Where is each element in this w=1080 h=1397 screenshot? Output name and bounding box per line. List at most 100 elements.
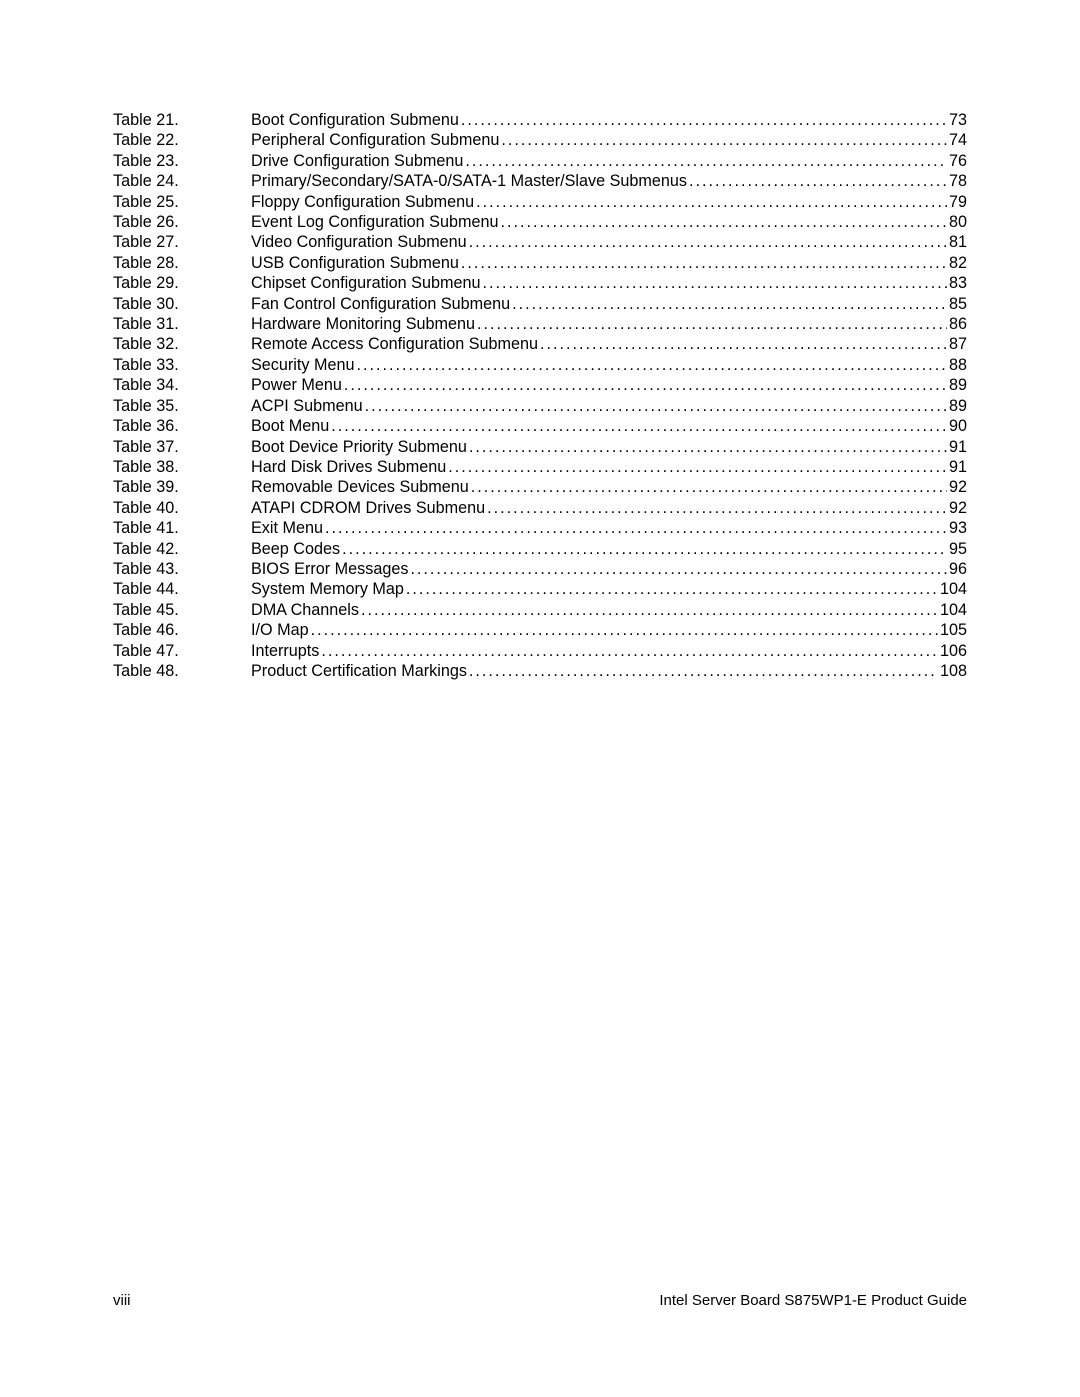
- toc-row: Table 27.Video Configuration Submenu81: [113, 232, 967, 252]
- toc-page: 81: [947, 232, 967, 252]
- toc-title: Security Menu: [251, 355, 354, 375]
- toc-row: Table 25.Floppy Configuration Submenu 79: [113, 192, 967, 212]
- toc-row: Table 43.BIOS Error Messages96: [113, 559, 967, 579]
- toc-row: Table 38.Hard Disk Drives Submenu 91: [113, 457, 967, 477]
- toc-label: Table 26.: [113, 212, 251, 232]
- toc-label: Table 48.: [113, 661, 251, 681]
- toc-row: Table 35.ACPI Submenu89: [113, 396, 967, 416]
- toc-label: Table 43.: [113, 559, 251, 579]
- toc-label: Table 39.: [113, 477, 251, 497]
- toc-leader: [340, 539, 947, 559]
- toc-row: Table 44.System Memory Map104: [113, 579, 967, 599]
- toc-label: Table 38.: [113, 457, 251, 477]
- toc-leader: [309, 620, 938, 640]
- toc-row: Table 37.Boot Device Priority Submenu91: [113, 437, 967, 457]
- toc-page: 82: [947, 253, 967, 273]
- toc-row: Table 46.I/O Map105: [113, 620, 967, 640]
- toc-leader: [485, 498, 947, 518]
- toc-row: Table 47.Interrupts 106: [113, 641, 967, 661]
- toc-page: 79: [947, 192, 967, 212]
- toc-title: Primary/Secondary/SATA-0/SATA-1 Master/S…: [251, 171, 687, 191]
- toc-leader: [319, 641, 938, 661]
- toc-row: Table 21.Boot Configuration Submenu 73: [113, 110, 967, 130]
- toc-page: 91: [947, 457, 967, 477]
- toc-row: Table 23.Drive Configuration Submenu 76: [113, 151, 967, 171]
- toc-label: Table 21.: [113, 110, 251, 130]
- toc-row: Table 34.Power Menu 89: [113, 375, 967, 395]
- toc-leader: [323, 518, 947, 538]
- toc-page: 104: [938, 600, 967, 620]
- toc-label: Table 28.: [113, 253, 251, 273]
- toc-leader: [467, 661, 938, 681]
- toc-row: Table 32.Remote Access Configuration Sub…: [113, 334, 967, 354]
- toc-page: 105: [938, 620, 967, 640]
- toc-row: Table 40.ATAPI CDROM Drives Submenu 92: [113, 498, 967, 518]
- toc-label: Table 33.: [113, 355, 251, 375]
- toc-leader: [510, 294, 947, 314]
- toc-label: Table 46.: [113, 620, 251, 640]
- toc-leader: [467, 232, 947, 252]
- toc-title: USB Configuration Submenu: [251, 253, 459, 273]
- toc-title: Exit Menu: [251, 518, 323, 538]
- toc-page: 108: [938, 661, 967, 681]
- toc-label: Table 37.: [113, 437, 251, 457]
- toc-row: Table 26.Event Log Configuration Submenu…: [113, 212, 967, 232]
- toc-label: Table 25.: [113, 192, 251, 212]
- document-title: Intel Server Board S875WP1-E Product Gui…: [659, 1292, 967, 1309]
- toc-page: 91: [947, 437, 967, 457]
- toc-title: Floppy Configuration Submenu: [251, 192, 474, 212]
- toc-label: Table 36.: [113, 416, 251, 436]
- toc-title: ATAPI CDROM Drives Submenu: [251, 498, 485, 518]
- toc-label: Table 44.: [113, 579, 251, 599]
- toc-row: Table 22.Peripheral Configuration Submen…: [113, 130, 967, 150]
- page-footer: viii Intel Server Board S875WP1-E Produc…: [113, 1292, 967, 1309]
- toc-leader: [467, 437, 947, 457]
- toc-title: System Memory Map: [251, 579, 404, 599]
- toc-label: Table 31.: [113, 314, 251, 334]
- toc-title: Event Log Configuration Submenu: [251, 212, 498, 232]
- toc-page: 83: [947, 273, 967, 293]
- toc-title: Fan Control Configuration Submenu: [251, 294, 510, 314]
- toc-row: Table 48.Product Certification Markings1…: [113, 661, 967, 681]
- toc-label: Table 45.: [113, 600, 251, 620]
- toc-leader: [499, 130, 947, 150]
- toc-row: Table 31.Hardware Monitoring Submenu86: [113, 314, 967, 334]
- toc-title: BIOS Error Messages: [251, 559, 408, 579]
- toc-label: Table 27.: [113, 232, 251, 252]
- toc-leader: [459, 110, 947, 130]
- toc-label: Table 41.: [113, 518, 251, 538]
- toc-leader: [463, 151, 947, 171]
- toc-leader: [480, 273, 947, 293]
- toc-leader: [363, 396, 947, 416]
- toc-title: Chipset Configuration Submenu: [251, 273, 480, 293]
- toc-title: Boot Menu: [251, 416, 329, 436]
- toc-title: Hardware Monitoring Submenu: [251, 314, 475, 334]
- toc-title: Peripheral Configuration Submenu: [251, 130, 499, 150]
- toc-page: 92: [947, 498, 967, 518]
- toc-row: Table 42.Beep Codes95: [113, 539, 967, 559]
- toc-row: Table 24.Primary/Secondary/SATA-0/SATA-1…: [113, 171, 967, 191]
- toc-page: 74: [947, 130, 967, 150]
- toc-leader: [446, 457, 947, 477]
- toc-title: Removable Devices Submenu: [251, 477, 469, 497]
- toc-row: Table 45.DMA Channels 104: [113, 600, 967, 620]
- toc-page: 80: [947, 212, 967, 232]
- toc-label: Table 47.: [113, 641, 251, 661]
- toc-leader: [359, 600, 938, 620]
- toc-title: Hard Disk Drives Submenu: [251, 457, 446, 477]
- toc-leader: [404, 579, 938, 599]
- toc-row: Table 39.Removable Devices Submenu 92: [113, 477, 967, 497]
- toc-page: 78: [947, 171, 967, 191]
- toc-row: Table 28.USB Configuration Submenu 82: [113, 253, 967, 273]
- toc-label: Table 29.: [113, 273, 251, 293]
- toc-list: Table 21.Boot Configuration Submenu 73Ta…: [113, 110, 967, 681]
- toc-title: Remote Access Configuration Submenu: [251, 334, 538, 354]
- page: Table 21.Boot Configuration Submenu 73Ta…: [0, 0, 1080, 1397]
- toc-label: Table 34.: [113, 375, 251, 395]
- toc-title: ACPI Submenu: [251, 396, 363, 416]
- toc-row: Table 36.Boot Menu 90: [113, 416, 967, 436]
- page-number: viii: [113, 1292, 131, 1309]
- toc-leader: [498, 212, 947, 232]
- toc-title: DMA Channels: [251, 600, 359, 620]
- toc-row: Table 29.Chipset Configuration Submenu 83: [113, 273, 967, 293]
